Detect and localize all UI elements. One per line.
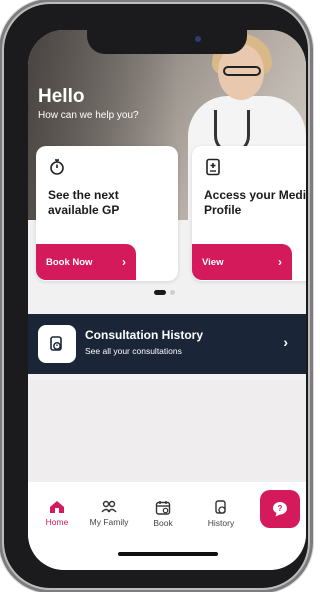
device-notch xyxy=(87,30,247,54)
svg-text:?: ? xyxy=(278,504,283,513)
content-area xyxy=(28,380,306,490)
card-title: See the next available GP xyxy=(48,188,120,217)
carousel-dot-active[interactable] xyxy=(154,290,166,295)
home-icon xyxy=(50,501,64,513)
view-button[interactable]: View › xyxy=(192,244,292,280)
app-screen: Hello How can we help you? See the next … xyxy=(28,30,306,570)
history-subtitle: See all your consultations xyxy=(85,346,182,356)
phone-frame: Hello How can we help you? See the next … xyxy=(4,4,308,588)
chevron-right-icon: › xyxy=(122,255,126,269)
greeting-block: Hello How can we help you? xyxy=(38,86,139,121)
chevron-right-icon: › xyxy=(278,255,282,269)
tab-home[interactable]: Home xyxy=(32,500,82,527)
stopwatch-icon xyxy=(50,159,64,175)
help-chat-icon: ? xyxy=(273,502,287,517)
calendar-icon xyxy=(155,501,171,515)
tab-label: History xyxy=(207,518,235,528)
help-chat-button[interactable]: ? xyxy=(260,490,300,528)
family-icon xyxy=(101,500,117,513)
tab-history[interactable]: History xyxy=(196,500,246,528)
tab-book[interactable]: Book xyxy=(138,500,188,528)
book-now-button[interactable]: Book Now › xyxy=(36,244,136,280)
tab-label: Book xyxy=(153,518,173,528)
history-title: Consultation History xyxy=(85,328,204,342)
carousel-indicator[interactable] xyxy=(154,290,175,295)
bottom-tab-bar: Home My Family Book History ? xyxy=(28,482,306,570)
next-gp-card[interactable]: See the next available GP Book Now › xyxy=(36,146,178,281)
card-title: Access your Medical Profile xyxy=(204,188,306,217)
button-label: Book Now xyxy=(46,256,93,268)
carousel-dot[interactable] xyxy=(170,290,175,295)
greeting-title: Hello xyxy=(38,86,85,107)
consultation-history-icon xyxy=(38,325,76,363)
home-indicator xyxy=(118,552,218,556)
medical-profile-icon xyxy=(206,158,220,176)
tab-label: Home xyxy=(45,517,69,527)
consultation-history-banner[interactable]: Consultation History See all your consul… xyxy=(28,314,306,374)
button-label: View xyxy=(202,256,224,268)
chevron-right-icon: › xyxy=(283,334,288,350)
tab-label: My Family xyxy=(89,517,129,527)
medical-profile-card[interactable]: Access your Medical Profile View › xyxy=(192,146,306,281)
greeting-subtitle: How can we help you? xyxy=(38,110,139,121)
history-icon xyxy=(215,500,226,514)
tab-my-family[interactable]: My Family xyxy=(84,500,134,527)
